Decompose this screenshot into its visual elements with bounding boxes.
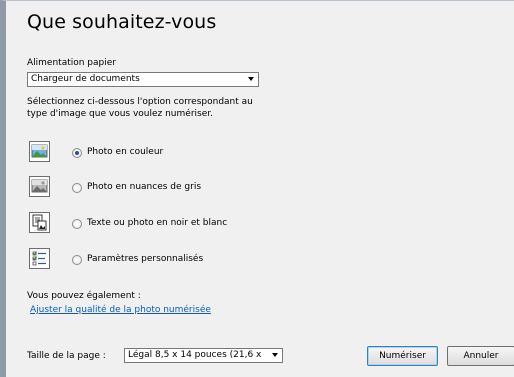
page-size-label: Taille de la page : <box>27 351 106 361</box>
adjust-quality-link[interactable]: Ajuster la qualité de la photo numérisée <box>30 305 211 315</box>
cancel-button[interactable]: Annuler <box>447 346 514 366</box>
instruction-line-2: type d'image que vous voulez numériser. <box>27 109 213 119</box>
black-white-text-icon[interactable] <box>29 212 50 233</box>
option-custom-settings-radio[interactable] <box>72 255 82 265</box>
chevron-down-icon <box>248 77 254 81</box>
also-label: Vous pouvez également : <box>27 291 141 301</box>
grayscale-photo-icon[interactable] <box>29 176 50 197</box>
paper-source-label: Alimentation papier <box>27 58 116 68</box>
option-black-white-radio[interactable] <box>72 219 82 229</box>
dialog-title: Que souhaitez-vous <box>27 11 217 33</box>
page-size-select[interactable]: Légal 8,5 x 14 pouces (21,6 x <box>124 348 283 363</box>
scan-button[interactable]: Numériser <box>367 346 438 366</box>
option-grayscale-label: Photo en nuances de gris <box>87 182 202 192</box>
instruction-line-1: Sélectionnez ci-dessous l'option corresp… <box>27 97 253 107</box>
scan-dialog: Que souhaitez-vous Alimentation papier C… <box>0 0 514 377</box>
option-black-white-label: Texte ou photo en noir et blanc <box>87 218 228 228</box>
option-color-photo-radio[interactable] <box>72 148 82 158</box>
option-color-photo-label: Photo en couleur <box>87 147 164 157</box>
paper-source-select[interactable]: Chargeur de documents <box>27 72 259 87</box>
paper-source-value: Chargeur de documents <box>31 74 140 84</box>
chevron-down-icon <box>272 353 278 357</box>
color-photo-icon[interactable] <box>29 141 50 162</box>
option-grayscale-radio[interactable] <box>72 183 82 193</box>
option-custom-settings-label: Paramètres personnalisés <box>87 254 204 264</box>
page-size-value: Légal 8,5 x 14 pouces (21,6 x <box>128 350 262 360</box>
custom-settings-icon[interactable] <box>29 248 50 269</box>
